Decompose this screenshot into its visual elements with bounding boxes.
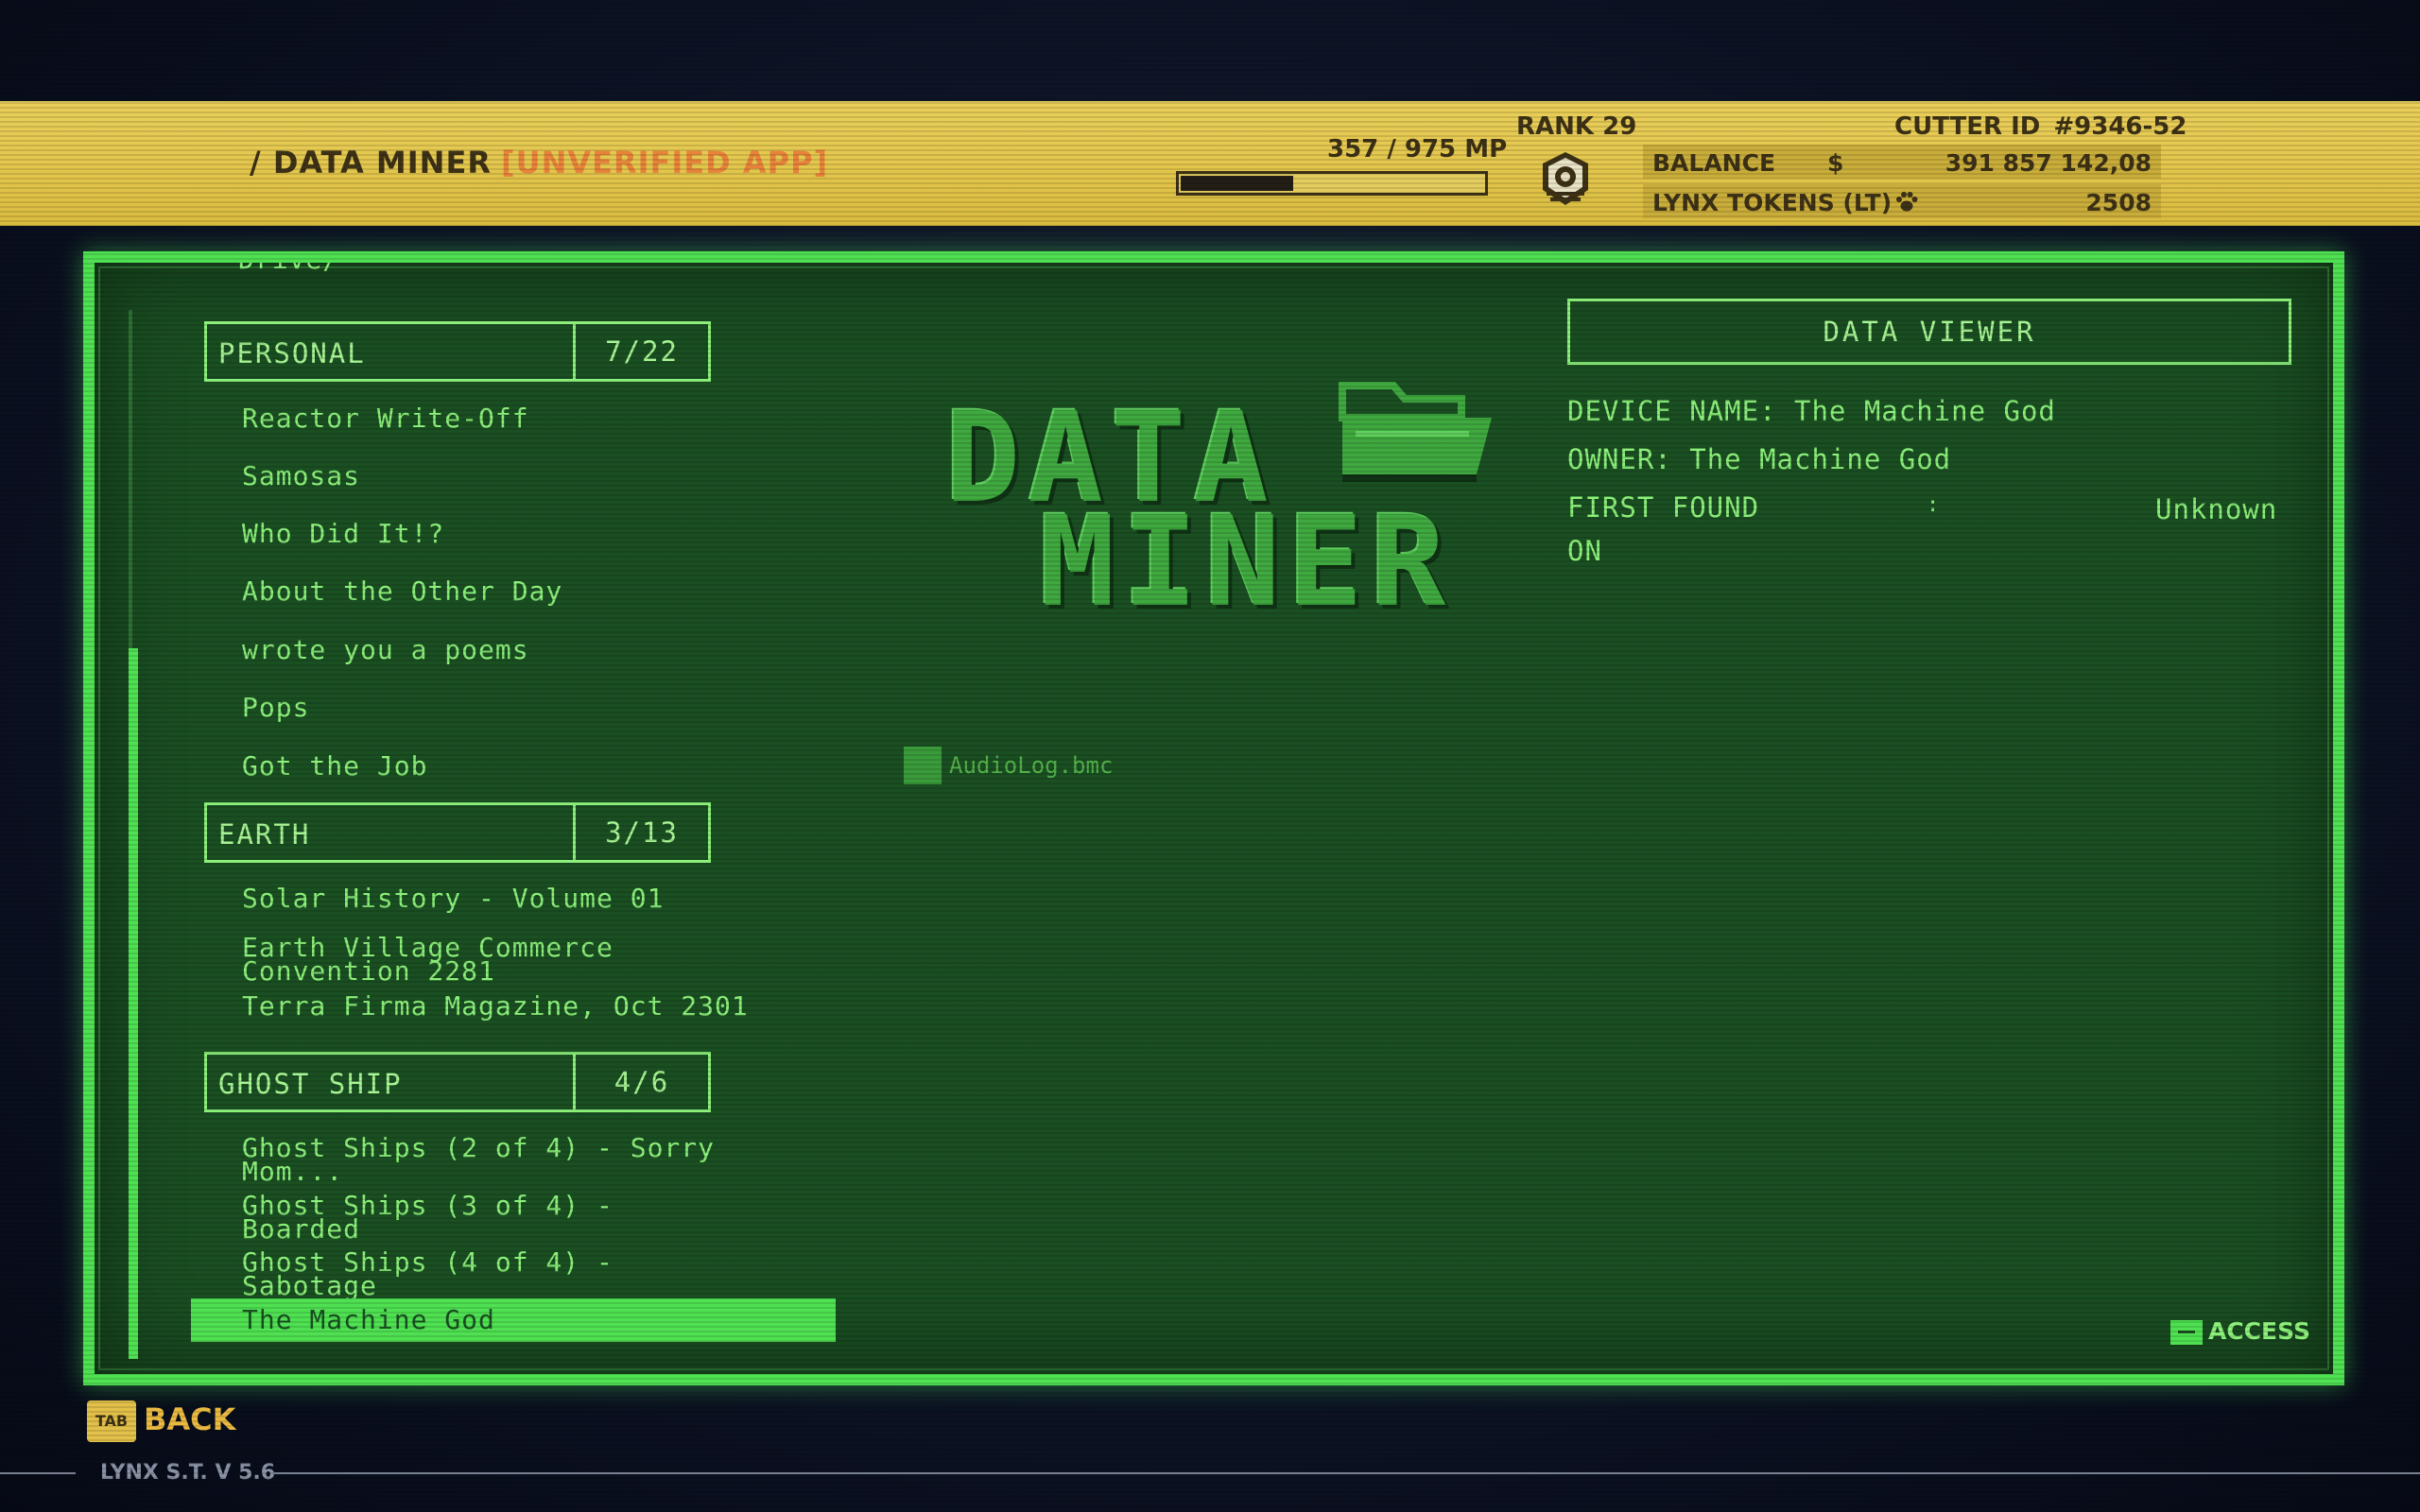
rank-label: RANK 29 xyxy=(1516,112,1637,141)
balance-row: BALANCE $ 391 857 142,08 xyxy=(1643,145,2161,179)
device-name-label: DEVICE NAME: xyxy=(1567,395,1777,427)
category-name: EARTH xyxy=(218,818,311,850)
tab-key-icon: TAB xyxy=(87,1400,136,1442)
access-button[interactable]: ACCESS xyxy=(2169,1317,2310,1349)
footer-divider-right xyxy=(274,1472,2420,1474)
balance-currency: $ xyxy=(1827,149,1844,177)
terminal-screen: Drive/ PERSONAL 7/22 Reactor Write-Off S… xyxy=(83,251,2344,1385)
first-found-separator: : xyxy=(1927,493,1940,517)
cutter-id-value: #9346-52 xyxy=(2053,112,2187,141)
access-key-icon xyxy=(2169,1320,2203,1345)
list-item[interactable]: Who Did It!? xyxy=(242,521,828,547)
category-name: PERSONAL xyxy=(218,337,366,369)
owner-value: The Machine God xyxy=(1689,443,1952,475)
first-found-label-2: ON xyxy=(1567,535,1602,567)
back-label: BACK xyxy=(144,1401,236,1437)
cutter-id-label: CUTTER ID xyxy=(1894,112,2041,141)
owner-row: OWNER: The Machine God xyxy=(1567,443,2305,475)
category-personal[interactable]: PERSONAL 7/22 xyxy=(204,321,711,382)
app-title-text: / DATA MINER xyxy=(250,145,492,180)
category-ghost-ship[interactable]: GHOST SHIP 4/6 xyxy=(204,1052,711,1112)
back-button[interactable]: TAB BACK xyxy=(87,1400,235,1444)
list-item[interactable]: Earth Village Commerce Convention 2281 xyxy=(242,935,734,985)
logo-line-2: MINER xyxy=(1040,490,1454,635)
tokens-value: 2508 xyxy=(2085,189,2152,216)
cutter-id: CUTTER ID #9346-52 xyxy=(1894,112,2187,141)
list-item[interactable]: Terra Firma Magazine, Oct 2301 xyxy=(242,993,771,1020)
file-icon xyxy=(904,747,942,784)
mp-progress-fill xyxy=(1181,176,1293,191)
list-item[interactable]: wrote you a poems xyxy=(242,637,828,663)
balance-label: BALANCE xyxy=(1652,149,1776,177)
rank-badge-icon xyxy=(1543,152,1588,205)
list-item[interactable]: Samosas xyxy=(242,463,828,490)
list-item[interactable]: Got the Job xyxy=(242,753,828,780)
list-item[interactable]: Ghost Ships (3 of 4) - Boarded xyxy=(242,1193,734,1243)
list-item[interactable]: Pops xyxy=(242,695,828,721)
list-item-selected[interactable]: The Machine God xyxy=(191,1298,836,1342)
access-label: ACCESS xyxy=(2207,1317,2310,1345)
category-earth[interactable]: EARTH 3/13 xyxy=(204,802,711,863)
tokens-label: LYNX TOKENS (LT) xyxy=(1652,189,1893,216)
paw-icon xyxy=(1896,192,1918,212)
category-count: 7/22 xyxy=(573,324,708,379)
category-count: 3/13 xyxy=(573,805,708,860)
balance-value: 391 857 142,08 xyxy=(1945,149,2152,177)
mp-progress-bar xyxy=(1176,171,1488,196)
device-name-row: DEVICE NAME: The Machine God xyxy=(1567,395,2305,427)
owner-label: OWNER: xyxy=(1567,443,1672,475)
folder-icon xyxy=(1339,382,1492,482)
data-miner-logo: DATA MINER xyxy=(945,382,1512,635)
list-item[interactable]: Solar History - Volume 01 xyxy=(242,885,828,912)
list-item[interactable]: Ghost Ships (2 of 4) - Sorry Mom... xyxy=(242,1135,828,1185)
data-viewer-title: DATA VIEWER xyxy=(1567,299,2291,365)
scrollbar-thumb[interactable] xyxy=(129,648,138,1359)
mp-counter: 357 / 975 MP xyxy=(1327,135,1508,163)
file-name: AudioLog.bmc xyxy=(949,752,1114,779)
list-item[interactable]: Ghost Ships (4 of 4) - Sabotage xyxy=(242,1249,734,1299)
list-item[interactable]: Reactor Write-Off xyxy=(242,405,828,432)
tokens-row: LYNX TOKENS (LT) 2508 xyxy=(1643,184,2161,218)
first-found-value: Unknown xyxy=(2155,493,2278,525)
top-bar: / DATA MINER [UNVERIFIED APP] 357 / 975 M… xyxy=(0,101,2420,226)
footer-divider-left xyxy=(0,1472,76,1474)
list-item-partial[interactable]: Drive/ xyxy=(238,263,339,275)
list-item[interactable]: About the Other Day xyxy=(242,578,828,605)
category-name: GHOST SHIP xyxy=(218,1068,403,1100)
device-name-value: The Machine God xyxy=(1793,395,2056,427)
version-label: LYNX S.T. V 5.6 xyxy=(100,1461,276,1485)
unverified-badge: [UNVERIFIED APP] xyxy=(500,145,829,180)
category-count: 4/6 xyxy=(573,1055,708,1109)
app-title: / DATA MINER [UNVERIFIED APP] xyxy=(250,145,828,180)
